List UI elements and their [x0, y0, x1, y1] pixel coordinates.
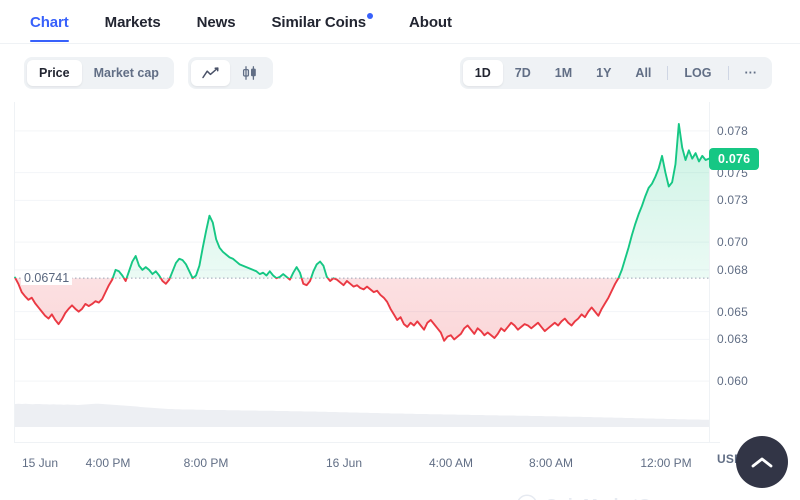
- range-option-1m[interactable]: 1M: [543, 60, 584, 86]
- metric-option-price[interactable]: Price: [27, 60, 82, 86]
- y-axis-tick-label: 0.063: [717, 332, 749, 347]
- time-range-toggle-group: 1D 7D 1M 1Y All LOG ···: [459, 57, 772, 89]
- volume-area: [15, 403, 709, 427]
- chart-type-line-button[interactable]: [190, 60, 230, 86]
- current-price-badge: 0.076: [709, 147, 760, 170]
- toolbar-divider-1: [667, 66, 669, 80]
- range-option-1y[interactable]: 1Y: [584, 60, 623, 86]
- tab-about[interactable]: About: [391, 14, 470, 42]
- metric-option-price-label: Price: [39, 66, 70, 80]
- more-options-label: ···: [744, 66, 758, 80]
- price-line-up: [14, 122, 710, 279]
- tab-similar-coins[interactable]: Similar Coins: [253, 13, 391, 42]
- log-scale-button[interactable]: LOG: [672, 60, 723, 86]
- x-axis-tick-label: 12:00 PM: [640, 456, 692, 470]
- range-option-all[interactable]: All: [623, 60, 663, 86]
- range-option-1y-label: 1Y: [596, 66, 612, 80]
- x-axis-tick-label: 4:00 AM: [428, 456, 474, 470]
- chart-type-toggle-group: [187, 57, 273, 89]
- reference-price-label: 0.06741: [21, 271, 73, 286]
- y-axis-tick-label: 0.060: [717, 374, 749, 389]
- price-chart[interactable]: 0.078 0.075 0.073 0.070 0.068 0.065 0.063 0.060…: [0, 102, 800, 500]
- price-chart-canvas: [14, 102, 710, 442]
- y-axis-tick-label: 0.065: [717, 304, 749, 319]
- x-axis-tick-label: 4:00 PM: [85, 456, 131, 470]
- tab-chart[interactable]: Chart: [24, 14, 87, 42]
- x-axis-tick-label: 15 Jun: [21, 456, 59, 470]
- more-options-button[interactable]: ···: [733, 60, 770, 86]
- chart-type-candlestick-button[interactable]: [230, 60, 270, 86]
- tab-about-label: About: [409, 14, 452, 31]
- line-chart-icon: [202, 67, 219, 79]
- tab-markets-label: Markets: [104, 14, 161, 31]
- x-axis: 15 Jun 4:00 PM 8:00 PM 16 Jun 4:00 AM 8:00 AM…: [0, 442, 800, 484]
- range-option-7d[interactable]: 7D: [503, 60, 543, 86]
- x-axis-tick-label: 16 Jun: [325, 456, 363, 470]
- watermark: CoinMarketCap: [516, 494, 671, 500]
- range-option-7d-label: 7D: [514, 66, 531, 80]
- tab-chart-label: Chart: [30, 14, 69, 31]
- chart-toolbar: Price Market cap 1D 7D 1M 1Y All LOG ···: [0, 44, 800, 102]
- log-scale-label: LOG: [684, 66, 712, 80]
- metric-option-market-cap[interactable]: Market cap: [82, 60, 171, 86]
- tab-similar-coins-label: Similar Coins: [271, 14, 367, 31]
- toolbar-divider-2: [727, 66, 729, 80]
- metric-option-market-cap-label: Market cap: [93, 66, 159, 80]
- coinmarketcap-logo-icon: [517, 494, 537, 500]
- range-option-all-label: All: [635, 66, 652, 80]
- chevron-up-icon: [751, 457, 773, 467]
- x-axis-tick-label: 8:00 PM: [183, 456, 229, 470]
- new-badge-dot-icon: [367, 13, 374, 19]
- chart-toolbar-left: Price Market cap: [24, 57, 273, 89]
- range-option-1d[interactable]: 1D: [462, 60, 503, 86]
- candlestick-chart-icon: [242, 66, 256, 80]
- price-line-down: [14, 278, 620, 342]
- tab-news[interactable]: News: [179, 14, 254, 42]
- tab-bar: Chart Markets News Similar Coins About: [0, 0, 800, 44]
- y-axis-tick-label: 0.078: [717, 123, 749, 138]
- y-axis-tick-label: 0.073: [717, 193, 749, 208]
- scroll-to-top-button[interactable]: [736, 436, 788, 488]
- range-option-1d-label: 1D: [474, 66, 491, 80]
- price-area-down: [15, 278, 619, 341]
- metric-toggle-group: Price Market cap: [24, 57, 174, 89]
- tab-news-label: News: [196, 14, 236, 31]
- range-option-1m-label: 1M: [554, 66, 573, 80]
- watermark-text: CoinMarketCap: [545, 495, 671, 500]
- y-axis-tick-label: 0.068: [717, 262, 749, 277]
- y-axis-tick-label: 0.070: [717, 235, 749, 250]
- price-area-up: [15, 123, 709, 279]
- tab-markets[interactable]: Markets: [87, 14, 179, 42]
- chart-gridlines: [15, 130, 709, 382]
- x-axis-tick-label: 8:00 AM: [528, 456, 574, 470]
